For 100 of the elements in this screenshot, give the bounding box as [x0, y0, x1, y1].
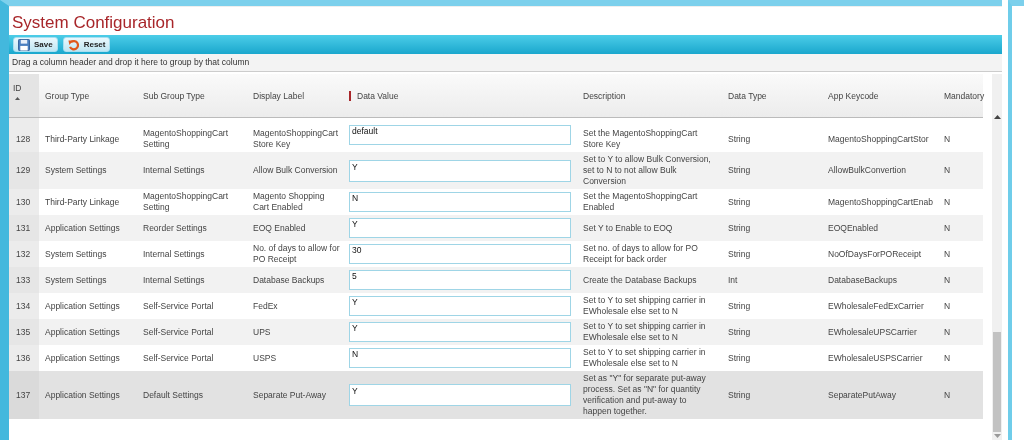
description-cell: Set to Y to allow Bulk Conversion, set to N to not allow Bulk Conversion — [583, 154, 711, 186]
data-value-field[interactable]: Y — [349, 296, 571, 316]
data-type-cell: String — [728, 248, 751, 259]
data-type-cell: Int — [728, 274, 738, 285]
mandatory-cell: N — [944, 196, 951, 207]
data-value-field[interactable]: Y — [349, 322, 571, 342]
app-keycode-cell: DatabaseBackups — [828, 274, 897, 285]
id-cell: 131 — [16, 222, 31, 233]
table-row[interactable]: 132 System Settings Internal Settings No. of days to allow for PO Receipt 30 Set no. of days to allow for PO Receipt for back order String NoOfDaysForPOReceipt N — [9, 241, 983, 267]
data-value-field[interactable]: Y — [349, 159, 571, 182]
sub-group-type-cell: Self-Service Portal — [143, 352, 214, 363]
undo-arrow-icon — [67, 38, 80, 51]
sub-group-type-cell: MagentoShoppingCart Setting — [143, 128, 229, 149]
table-row[interactable]: 133 System Settings Internal Settings Database Backups 5 Create the Database Backups Int DatabaseBackups N — [9, 267, 983, 293]
data-value-field[interactable]: N — [349, 192, 571, 212]
scroll-down-icon[interactable] — [993, 434, 1001, 438]
sub-group-type-cell: Internal Settings — [143, 165, 205, 175]
table-row[interactable]: 129 System Settings Internal Settings Allow Bulk Conversion Y Set to Y to allow Bulk Conversion, set to N to not allow Bulk Conversion String AllowBulkConvertion N — [9, 152, 983, 189]
data-type-cell: String — [728, 326, 751, 337]
description-cell: Set no. of days to allow for PO Receipt for back order — [583, 243, 698, 264]
id-cell: 137 — [16, 389, 31, 400]
data-type-cell: String — [728, 196, 751, 207]
sub-group-type-cell: Reorder Settings — [143, 222, 207, 233]
id-cell: 132 — [16, 248, 31, 259]
sub-group-type-cell: Internal Settings — [143, 274, 205, 285]
app-keycode-cell: NoOfDaysForPOReceipt — [828, 248, 922, 259]
display-label-cell: Allow Bulk Conversion — [253, 165, 338, 175]
column-header[interactable]: Display Label — [247, 74, 347, 118]
mandatory-cell: N — [944, 222, 951, 233]
sub-group-type-cell: Default Settings — [143, 389, 203, 400]
column-header[interactable]: Description — [577, 74, 722, 118]
data-type-cell: String — [728, 352, 751, 363]
data-type-cell: String — [728, 133, 751, 144]
app-keycode-cell: EOQEnabled — [828, 222, 879, 233]
column-header[interactable]: Mandatory — [938, 74, 983, 118]
sort-ascending-icon — [15, 97, 20, 100]
column-header[interactable]: App Keycode — [822, 74, 938, 118]
reset-button[interactable]: Reset — [62, 37, 111, 52]
description-cell: Set as "Y" for separate put-away process. Set as "N" for quantity verification and put-away to happen together. — [583, 373, 706, 416]
table-row[interactable]: 134 Application Settings Self-Service Portal FedEx Y Set to Y to set shipping carrier in EWholesale else set to N String EWholesaleFedExCarrier N — [9, 293, 983, 319]
description-cell: Set Y to Enable to EOQ — [583, 222, 673, 233]
display-label-cell: EOQ Enabled — [253, 222, 306, 233]
group-panel-hint: Drag a column header and drop it here to group by that column — [9, 54, 1002, 72]
id-cell: 136 — [16, 352, 31, 363]
column-header[interactable]: Sub Group Type — [137, 74, 247, 118]
group-type-cell: Third-Party Linkage — [45, 133, 120, 144]
column-header[interactable]: ID — [9, 74, 39, 118]
description-cell: Set to Y to set shipping carrier in EWholesale else set to N — [583, 347, 706, 368]
app-keycode-cell: AllowBulkConvertion — [828, 165, 906, 175]
description-cell: Set to Y to set shipping carrier in EWholesale else set to N — [583, 321, 706, 342]
sub-group-type-cell: Internal Settings — [143, 248, 205, 259]
vertical-scrollbar[interactable] — [992, 74, 1002, 440]
table-row[interactable]: 136 Application Settings Self-Service Portal USPS N Set to Y to set shipping carrier in EWholesale else set to N String EWholesaleUSPSCarrier N — [9, 345, 983, 371]
group-type-cell: Application Settings — [45, 222, 120, 233]
data-value-field[interactable]: default — [349, 125, 571, 145]
display-label-cell: No. of days to allow for PO Receipt — [253, 243, 340, 264]
mandatory-cell: N — [944, 165, 951, 175]
mandatory-cell: N — [944, 326, 951, 337]
id-cell: 128 — [16, 133, 31, 144]
app-keycode-cell: MagentoShoppingCartEnab — [828, 196, 933, 207]
description-cell: Create the Database Backups — [583, 274, 697, 285]
mandatory-cell: N — [944, 389, 951, 400]
id-cell: 133 — [16, 274, 31, 285]
app-keycode-cell: EWholesaleFedExCarrier — [828, 300, 924, 311]
mandatory-cell: N — [944, 248, 951, 259]
id-cell: 135 — [16, 326, 31, 337]
table-row[interactable]: 131 Application Settings Reorder Settings EOQ Enabled Y Set Y to Enable to EOQ String EOQEnabled N — [9, 215, 983, 241]
data-type-cell: String — [728, 222, 751, 233]
table-row[interactable]: 137 Application Settings Default Settings Separate Put-Away Y Set as "Y" for separate put-away process. Set as "N" for quantity verification and put-away to happen together. String SeparatePutAway N — [9, 371, 983, 419]
display-label-cell: USPS — [253, 352, 277, 363]
group-type-cell: System Settings — [45, 165, 107, 175]
app-keycode-cell: SeparatePutAway — [828, 389, 896, 400]
data-type-cell: String — [728, 300, 751, 311]
group-type-cell: System Settings — [45, 274, 107, 285]
display-label-cell: FedEx — [253, 300, 278, 311]
id-cell: 130 — [16, 196, 31, 207]
mandatory-cell: N — [944, 274, 951, 285]
data-value-field[interactable]: Y — [349, 218, 571, 238]
display-label-cell: Magento Shopping Cart Enabled — [253, 191, 325, 212]
scroll-up-icon[interactable] — [993, 115, 1001, 119]
data-value-field[interactable]: Y — [349, 384, 571, 406]
data-value-field[interactable]: 30 — [349, 244, 571, 264]
column-header[interactable]: Data Value — [347, 74, 577, 118]
data-value-field[interactable]: 5 — [349, 270, 571, 290]
app-keycode-cell: MagentoShoppingCartStor — [828, 133, 929, 144]
display-label-cell: MagentoShoppingCart Store Key — [253, 128, 339, 149]
table-row[interactable]: 130 Third-Party Linkage MagentoShoppingCart Setting Magento Shopping Cart Enabled N Set the MagentoShoppingCart Enabled String MagentoShoppingCartEnab N — [9, 189, 983, 215]
table-row[interactable]: 128 Third-Party Linkage MagentoShoppingCart Setting MagentoShoppingCart Store Key default Set the MagentoShoppingCart Store Key String MagentoShoppingCartStor N — [9, 117, 983, 152]
scrollbar-thumb[interactable] — [993, 332, 1001, 432]
save-button[interactable]: Save — [13, 37, 58, 52]
data-value-field[interactable]: N — [349, 348, 571, 368]
id-cell: 129 — [16, 165, 31, 175]
column-header[interactable]: Group Type — [39, 74, 137, 118]
description-cell: Set to Y to set shipping carrier in EWholesale else set to N — [583, 295, 706, 316]
sub-group-type-cell: Self-Service Portal — [143, 326, 214, 337]
mandatory-cell: N — [944, 300, 951, 311]
display-label-cell: UPS — [253, 326, 271, 337]
display-label-cell: Database Backups — [253, 274, 325, 285]
column-header[interactable]: Data Type — [722, 74, 822, 118]
table-row[interactable]: 135 Application Settings Self-Service Portal UPS Y Set to Y to set shipping carrier in EWholesale else set to N String EWholesaleUPSCarrier N — [9, 319, 983, 345]
